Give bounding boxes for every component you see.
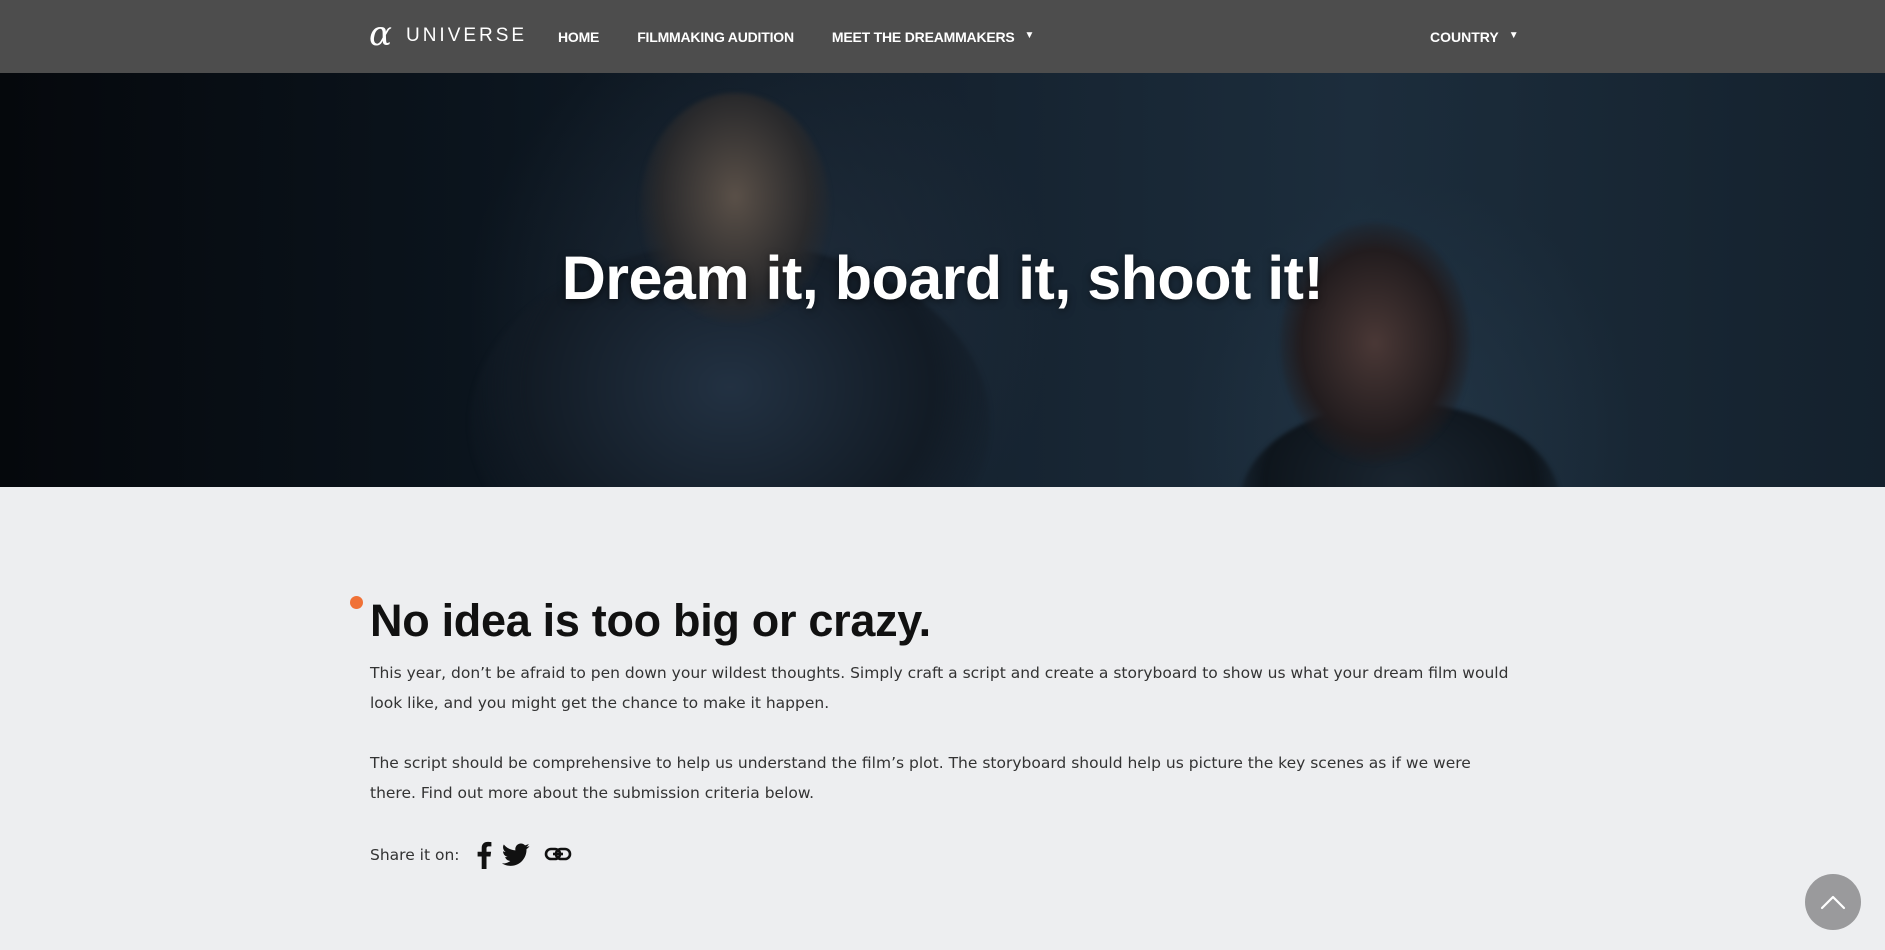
caret-down-icon: ▼ bbox=[1024, 30, 1035, 41]
main-content: No idea is too big or crazy. This year, … bbox=[370, 590, 1510, 872]
chevron-up-icon bbox=[1820, 895, 1846, 910]
twitter-icon bbox=[501, 843, 530, 866]
alpha-logo-symbol: α bbox=[369, 14, 392, 54]
hero-banner: Dream it, board it, shoot it! bbox=[0, 73, 1885, 487]
brand-name: UNIVERSE bbox=[405, 25, 528, 46]
nav-home-link[interactable]: HOME bbox=[558, 29, 599, 45]
nav-meet-the-dreammakers-label: MEET THE DREAMMAKERS bbox=[831, 28, 1015, 45]
top-navigation: α UNIVERSE HOME FILMMAKING AUDITION MEET… bbox=[0, 0, 1885, 73]
link-icon bbox=[544, 847, 571, 861]
nav-filmmaking-audition-link[interactable]: FILMMAKING AUDITION bbox=[637, 29, 794, 45]
hero-title: Dream it, board it, shoot it! bbox=[561, 244, 1324, 312]
intro-paragraph: This year, don’t be afraid to pen down y… bbox=[370, 664, 1509, 712]
details-paragraph: The script should be comprehensive to he… bbox=[370, 754, 1471, 802]
share-label: Share it on: bbox=[370, 846, 460, 864]
copy-link-button[interactable] bbox=[544, 838, 572, 872]
brand-logo[interactable]: α UNIVERSE bbox=[369, 14, 528, 54]
country-selector[interactable]: COUNTRY ▼ bbox=[1430, 0, 1519, 73]
caret-down-icon: ▼ bbox=[1508, 30, 1519, 41]
section-heading: No idea is too big or crazy. bbox=[370, 595, 931, 646]
facebook-icon bbox=[477, 841, 491, 869]
country-label: COUNTRY bbox=[1430, 28, 1499, 45]
nav-meet-the-dreammakers-dropdown[interactable]: MEET THE DREAMMAKERS ▼ bbox=[831, 28, 1035, 45]
twitter-share-button[interactable] bbox=[501, 838, 530, 872]
accent-dot bbox=[350, 596, 363, 609]
share-bar: Share it on: bbox=[370, 838, 1510, 872]
main-nav: HOME FILMMAKING AUDITION MEET THE DREAMM… bbox=[558, 0, 1072, 73]
back-to-top-button[interactable] bbox=[1805, 874, 1861, 930]
facebook-share-button[interactable] bbox=[476, 838, 492, 872]
